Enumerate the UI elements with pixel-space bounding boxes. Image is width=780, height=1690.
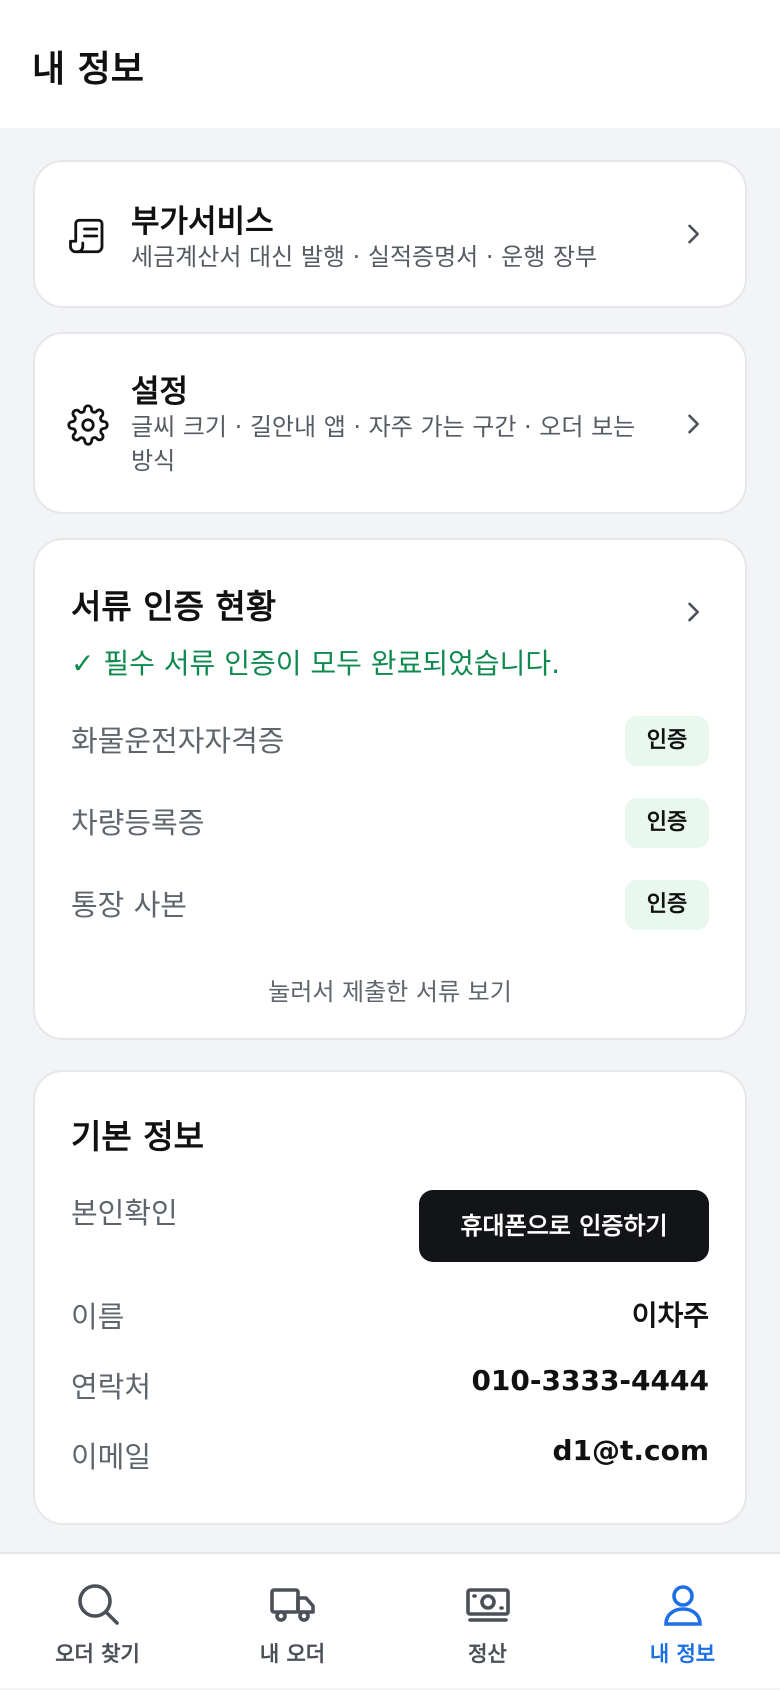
document-section-title: 서류 인증 현황 xyxy=(71,587,277,626)
document-label: 화물운전자자격증 xyxy=(71,724,285,758)
gear-icon xyxy=(67,404,109,446)
nav-label: 정산 xyxy=(468,1642,507,1666)
extra-services-card[interactable]: 부가서비스 세금계산서 대신 발행 · 실적증명서 · 운행 장부 xyxy=(33,160,747,308)
document-chevron-right-icon[interactable] xyxy=(679,598,707,626)
settings-card[interactable]: 설정 글씨 크기 · 길안내 앱 · 자주 가는 구간 · 오더 보는 방식 xyxy=(33,332,747,514)
basic-info-card: 기본 정보 본인확인 휴대폰으로 인증하기 이름 이차주 연락처 010-333… xyxy=(33,1070,747,1525)
nav-item-settlement[interactable]: 정산 xyxy=(390,1554,585,1690)
settings-title: 설정 xyxy=(131,374,189,410)
phone-label: 연락처 xyxy=(71,1370,152,1404)
nav-label: 내 정보 xyxy=(649,1642,716,1666)
phone-verification-button[interactable]: 휴대폰으로 인증하기 xyxy=(419,1190,709,1262)
receipt-icon xyxy=(67,215,109,257)
truck-icon xyxy=(269,1580,317,1628)
settings-description: 글씨 크기 · 길안내 앱 · 자주 가는 구간 · 오더 보는 방식 xyxy=(131,413,636,475)
nav-item-my-info[interactable]: 내 정보 xyxy=(585,1554,780,1690)
nav-label: 내 오더 xyxy=(259,1642,326,1666)
name-value: 이차주 xyxy=(631,1299,709,1332)
chevron-right-icon xyxy=(679,220,707,248)
document-verification-card: 서류 인증 현황 ✓ 필수 서류 인증이 모두 완료되었습니다. 화물운전자자격… xyxy=(33,538,747,1040)
extra-services-title: 부가서비스 xyxy=(131,204,274,240)
nav-item-my-orders[interactable]: 내 오더 xyxy=(195,1554,390,1690)
identity-verification-label: 본인확인 xyxy=(71,1196,178,1230)
user-icon xyxy=(659,1580,707,1628)
chevron-right-icon xyxy=(679,410,707,438)
nav-item-find-orders[interactable]: 오더 찾기 xyxy=(0,1554,195,1690)
name-label: 이름 xyxy=(71,1300,125,1334)
email-label: 이메일 xyxy=(71,1440,152,1474)
document-label: 차량등록증 xyxy=(71,806,205,840)
basic-info-title: 기본 정보 xyxy=(71,1117,204,1156)
view-submitted-documents-link[interactable]: 눌러서 제출한 서류 보기 xyxy=(35,972,745,1007)
verified-badge: 인증 xyxy=(625,798,709,848)
phone-value: 010-3333-4444 xyxy=(471,1364,709,1397)
cash-icon xyxy=(464,1580,512,1628)
extra-services-description: 세금계산서 대신 발행 · 실적증명서 · 운행 장부 xyxy=(131,243,598,271)
document-status-message: ✓ 필수 서류 인증이 모두 완료되었습니다. xyxy=(71,647,561,680)
email-value: d1@t.com xyxy=(552,1434,709,1467)
nav-label: 오더 찾기 xyxy=(55,1642,140,1666)
verified-badge: 인증 xyxy=(625,716,709,766)
document-label: 통장 사본 xyxy=(71,888,187,922)
search-icon xyxy=(74,1580,122,1628)
page-header: 내 정보 xyxy=(0,0,780,128)
verified-badge: 인증 xyxy=(625,880,709,930)
bottom-navigation: 오더 찾기 내 오더 정산 내 정보 xyxy=(0,1552,780,1688)
page-title: 내 정보 xyxy=(32,49,144,90)
